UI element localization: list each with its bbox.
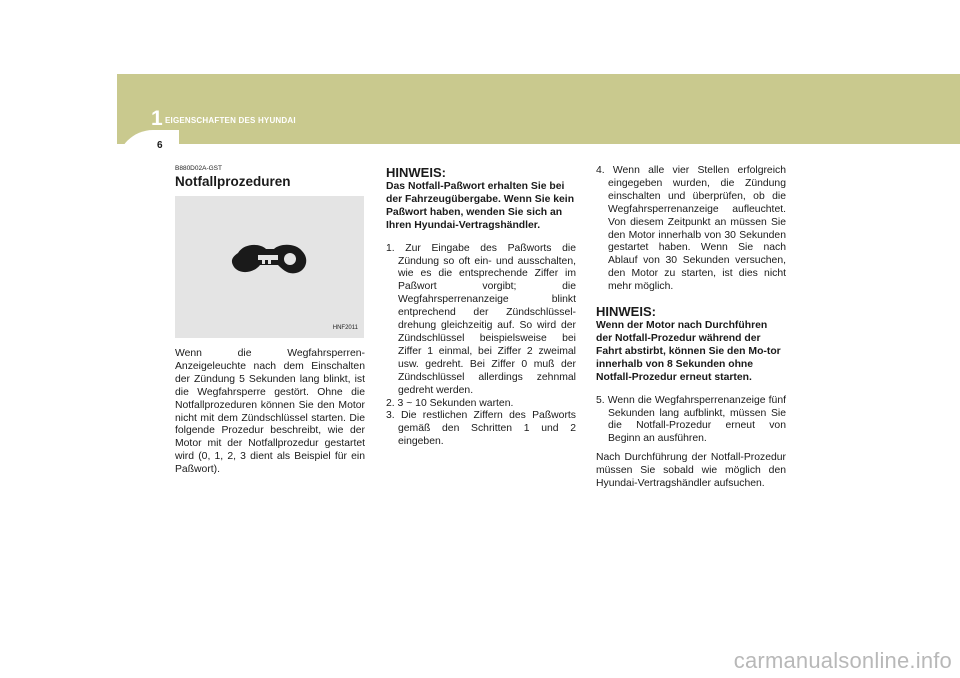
list-item: 3. Die restlichen Ziffern des Paßworts g…	[386, 410, 576, 448]
column-right: 4. Wenn alle vier Stellen erfolgreich ei…	[596, 165, 786, 491]
list-item: 5. Wenn die Wegfahrsperrenanzeige fünf S…	[596, 394, 786, 445]
hinweis-heading: HINWEIS:	[596, 304, 656, 320]
step-list: 4. Wenn alle vier Stellen erfolgreich ei…	[596, 165, 786, 294]
step-list: 5. Wenn die Wegfahrsperrenanzeige fünf S…	[596, 395, 786, 447]
page-number: 6	[157, 140, 163, 151]
immobilizer-figure: HNF2011	[175, 196, 364, 338]
section-code: B880D02A-GST	[175, 165, 222, 172]
intro-paragraph: Wenn die Wegfahrsperren-Anzeigeleuchte n…	[175, 348, 365, 476]
hinweis-heading: HINWEIS:	[386, 165, 446, 180]
chapter-number: 1	[151, 107, 163, 130]
chapter-title: EIGENSCHAFTEN DES HYUNDAI	[165, 116, 296, 125]
hinweis-note: Das Notfall-Paßwort erhalten Sie bei der…	[386, 181, 575, 231]
step-list: 1. Zur Eingabe des Paßworts die Zündung …	[386, 243, 576, 450]
list-item: 1. Zur Eingabe des Paßworts die Zündung …	[386, 242, 576, 396]
column-left: B880D02A-GST Notfallprozeduren HNF2011 W…	[175, 165, 365, 477]
list-item: 2. 3 ~ 10 Sekunden warten.	[386, 397, 514, 409]
section-title: Notfallprozeduren	[175, 174, 291, 189]
column-middle: HINWEIS: Das Notfall-Paßwort erhalten Si…	[386, 165, 576, 449]
closing-paragraph: Nach Durchführung der Notfall-Prozedur m…	[596, 452, 786, 490]
immobilizer-key-icon	[231, 244, 307, 274]
list-item: 4. Wenn alle vier Stellen erfolgreich ei…	[596, 165, 786, 293]
figure-code: HNF2011	[332, 325, 358, 332]
watermark: carmanualsonline.info	[733, 648, 952, 673]
chapter-header-band	[117, 74, 960, 144]
hinweis-note: Wenn der Motor nach Durchführen der Notf…	[596, 320, 781, 383]
